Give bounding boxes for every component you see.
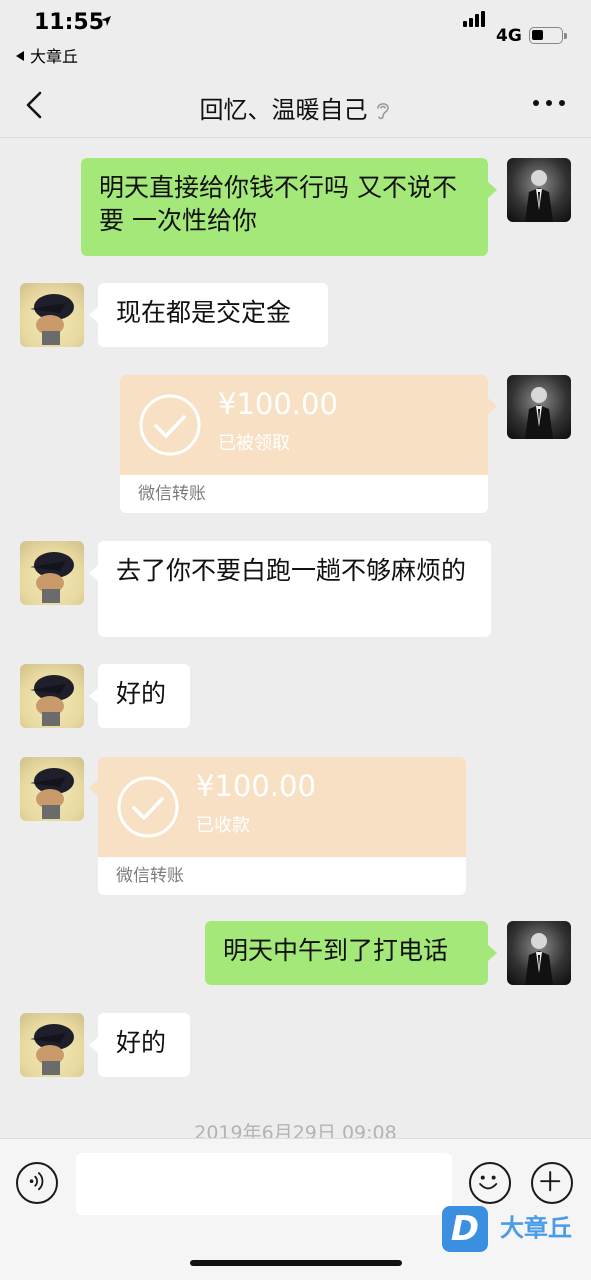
back-app-label: 大章丘 <box>30 47 79 66</box>
check-circle-icon <box>139 394 201 456</box>
transfer-footer: 微信转账 <box>116 866 184 886</box>
self-avatar[interactable] <box>507 158 571 222</box>
message-text: 现在都是交定金 <box>116 298 292 327</box>
bubble-tail <box>89 1037 98 1053</box>
bubble-tail <box>89 307 98 323</box>
transfer-card[interactable]: ¥100.00 已被领取 微信转账 <box>120 375 488 513</box>
watermark-d-icon: D <box>442 1206 488 1252</box>
message-text: 好的 <box>116 679 167 708</box>
emoji-icon <box>479 1175 498 1190</box>
home-indicator[interactable] <box>190 1260 402 1266</box>
back-to-app-link[interactable]: 大章丘 <box>16 43 78 67</box>
transfer-amount: ¥100.00 <box>218 387 338 421</box>
contact-avatar[interactable] <box>20 757 84 821</box>
transfer-card-top: ¥100.00 已被领取 <box>120 375 488 475</box>
chat-title-text: 回忆、温暖自己 <box>199 96 368 124</box>
transfer-footer: 微信转账 <box>138 484 206 504</box>
check-circle-icon <box>117 776 179 838</box>
contact-avatar[interactable] <box>20 1013 84 1077</box>
bubble-tail <box>89 780 98 796</box>
bubble-tail <box>89 688 98 704</box>
network-type: 4G <box>496 26 522 46</box>
watermark-text: 大章丘 <box>500 1214 572 1242</box>
received-message-bubble[interactable]: 好的 <box>98 664 190 728</box>
transfer-card[interactable]: ¥100.00 已收款 微信转账 <box>98 757 466 895</box>
transfer-card-top: ¥100.00 已收款 <box>98 757 466 857</box>
message-input[interactable] <box>76 1153 452 1215</box>
received-message-bubble[interactable]: 好的 <box>98 1013 190 1077</box>
message-text: 明天直接给你钱不行吗 又不说不要 一次性给你 <box>99 173 457 235</box>
bubble-tail <box>488 182 497 198</box>
plus-icon <box>540 1171 561 1192</box>
sent-message-bubble[interactable]: 明天中午到了打电话 <box>205 921 488 985</box>
more-functions-button[interactable] <box>531 1162 573 1204</box>
self-avatar[interactable] <box>507 375 571 439</box>
status-bar: 11:55 大章丘 4G <box>0 0 591 72</box>
contact-avatar[interactable] <box>20 541 84 605</box>
back-triangle-icon <box>16 51 24 61</box>
message-text: 明天中午到了打电话 <box>223 936 449 965</box>
transfer-status: 已收款 <box>196 815 250 836</box>
message-text: 好的 <box>116 1028 167 1057</box>
transfer-amount: ¥100.00 <box>196 769 316 803</box>
bubble-tail <box>488 398 497 414</box>
contact-avatar[interactable] <box>20 664 84 728</box>
message-text: 去了你不要白跑一趟不够麻烦的 <box>116 556 467 585</box>
status-time: 11:55 <box>34 10 105 35</box>
chat-title: 回忆、温暖自己 <box>0 90 591 125</box>
received-message-bubble[interactable]: 去了你不要白跑一趟不够麻烦的 <box>98 541 491 637</box>
location-arrow-icon <box>101 16 111 26</box>
emoji-button[interactable] <box>469 1162 511 1204</box>
voice-icon <box>29 1172 44 1191</box>
sent-message-bubble[interactable]: 明天直接给你钱不行吗 又不说不要 一次性给你 <box>81 158 488 256</box>
more-icon[interactable] <box>533 100 565 108</box>
chat-nav-bar: 回忆、温暖自己 <box>0 72 591 138</box>
battery-icon <box>529 27 567 44</box>
bubble-tail <box>488 945 497 961</box>
watermark-logo: D 大章丘 <box>442 1206 587 1256</box>
received-message-bubble[interactable]: 现在都是交定金 <box>98 283 328 347</box>
ear-icon <box>376 103 389 120</box>
voice-button[interactable] <box>16 1162 58 1204</box>
transfer-status: 已被领取 <box>218 433 290 454</box>
bubble-tail <box>89 565 98 581</box>
contact-avatar[interactable] <box>20 283 84 347</box>
self-avatar[interactable] <box>507 921 571 985</box>
